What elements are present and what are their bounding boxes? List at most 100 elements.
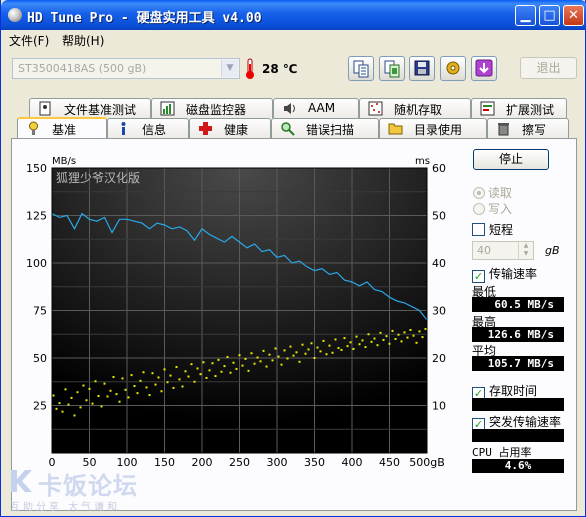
access-time-point <box>199 373 202 376</box>
access-time-point <box>121 377 124 380</box>
chevron-down-icon[interactable]: ▼ <box>221 60 238 77</box>
cpu-usage-value: 4.6% <box>472 459 564 473</box>
access-time-point <box>124 388 127 391</box>
copy-text-icon <box>353 60 369 78</box>
access-time-point <box>214 375 217 378</box>
title-bar[interactable]: HD Tune Pro - 硬盘实用工具 v4.00 ▁ □ ✕ <box>1 0 586 30</box>
drive-select-value: ST3500418AS (500 gB) <box>18 62 147 75</box>
access-time-point <box>223 365 226 368</box>
disk-monitor-icon <box>160 101 175 116</box>
access-time-point <box>409 328 412 331</box>
tab-extended-tests[interactable]: 扩展测试 <box>471 98 567 118</box>
y-right-tick-label: 40 <box>432 257 446 270</box>
access-time-point <box>373 337 376 340</box>
access-time-point <box>205 376 208 379</box>
maximize-button[interactable]: □ <box>539 5 560 26</box>
short-stroke-stepper[interactable]: 40 ▲ ▼ <box>472 241 534 260</box>
forum-watermark: 卡饭论坛 互助分享 大气谦和 <box>4 462 174 514</box>
access-time-point <box>403 331 406 334</box>
tab-label: 擦写 <box>522 123 547 137</box>
tab-folder-usage[interactable]: 目录使用 <box>379 118 487 138</box>
access-time-point <box>196 367 199 370</box>
options-button[interactable] <box>440 56 466 81</box>
min-value: 60.5 MB/s <box>472 297 564 312</box>
access-time-point <box>277 355 280 358</box>
burst-rate-value <box>472 429 564 442</box>
read-radio[interactable]: 读取 <box>473 184 512 201</box>
speaker-icon <box>284 103 295 114</box>
access-time-point <box>295 351 298 354</box>
menu-bar: 文件(F) 帮助(H) <box>2 30 585 49</box>
tab-label: AAM <box>308 101 336 115</box>
access-time-point <box>349 341 352 344</box>
y-left-tick-label: 100 <box>26 257 47 270</box>
spin-arrows-icon[interactable]: ▲ ▼ <box>518 242 533 259</box>
x-tick-label: 450 <box>379 456 400 469</box>
access-time-point <box>274 347 277 350</box>
minimize-button[interactable]: ▁ <box>515 5 536 26</box>
access-time-point <box>358 343 361 346</box>
tab-health[interactable]: 健康 <box>189 118 271 138</box>
tab-benchmark[interactable]: 基准 <box>17 117 107 139</box>
tab-disk-monitor[interactable]: 磁盘监控器 <box>151 98 273 118</box>
download-button[interactable] <box>471 56 497 81</box>
menu-file[interactable]: 文件(F) <box>9 32 49 49</box>
watermark-title: 卡饭论坛 <box>38 472 138 500</box>
y-left-tick-label: 25 <box>33 400 47 413</box>
checkbox-unchecked-icon <box>472 223 485 236</box>
write-label: 写入 <box>488 202 513 216</box>
access-time-point <box>133 385 136 388</box>
access-time-point <box>202 361 205 364</box>
options-icon <box>446 61 460 75</box>
health-cross-icon <box>199 122 212 135</box>
access-time-point <box>355 335 358 338</box>
write-radio[interactable]: 写入 <box>473 200 512 217</box>
copy-text-button[interactable] <box>348 56 374 81</box>
stop-button[interactable]: 停止 <box>473 149 549 170</box>
y-right-tick-label: 10 <box>432 400 446 413</box>
drive-select[interactable]: ST3500418AS (500 gB) ▼ <box>12 58 240 79</box>
access-time-point <box>424 328 427 331</box>
minimize-icon: ▁ <box>520 8 531 23</box>
access-time-point <box>91 402 94 405</box>
access-time-point <box>271 359 274 362</box>
menu-help[interactable]: 帮助(H) <box>62 32 104 49</box>
transfer-rate-checkbox[interactable]: ✓ 传输速率 <box>472 265 537 283</box>
access-time-point <box>142 371 145 374</box>
tab-erase[interactable]: 擦写 <box>487 118 569 138</box>
tab-file-benchmark[interactable]: 文件基准测试 <box>29 98 151 118</box>
access-time-point <box>85 399 88 402</box>
copy-screenshot-button[interactable] <box>379 56 405 81</box>
access-time-point <box>79 406 82 409</box>
x-tick-label: 350 <box>304 456 325 469</box>
access-time-point <box>112 376 115 378</box>
tab-info[interactable]: 信息 <box>107 118 189 138</box>
short-stroke-unit: gB <box>545 244 560 257</box>
info-icon <box>121 122 126 135</box>
access-time-point <box>316 346 319 349</box>
y-left-tick-label: 150 <box>26 162 47 175</box>
access-time-label: 存取时间 <box>489 384 538 398</box>
tab-aam[interactable]: AAM <box>273 98 359 118</box>
access-time-point <box>391 329 394 332</box>
access-time-point <box>172 386 175 389</box>
access-time-point <box>280 363 283 366</box>
access-time-point <box>238 354 241 357</box>
close-button[interactable]: ✕ <box>563 5 584 26</box>
access-time-point <box>130 374 133 377</box>
access-time-point <box>337 347 340 350</box>
short-stroke-checkbox[interactable]: 短程 <box>472 221 513 238</box>
tab-error-scan[interactable]: 错误扫描 <box>271 118 379 138</box>
close-icon: ✕ <box>568 8 579 23</box>
x-tick-label: 500gB <box>409 456 445 469</box>
exit-button[interactable]: 退出 <box>520 57 577 79</box>
save-button[interactable] <box>409 56 435 81</box>
tab-random-access[interactable]: 随机存取 <box>359 98 471 118</box>
y-right-unit: ms <box>415 156 430 167</box>
access-time-point <box>208 369 211 372</box>
access-time-point <box>70 396 73 399</box>
access-time-point <box>235 367 238 370</box>
access-time-point <box>103 382 106 385</box>
tab-label: 信息 <box>142 123 167 137</box>
download-icon <box>475 59 493 77</box>
